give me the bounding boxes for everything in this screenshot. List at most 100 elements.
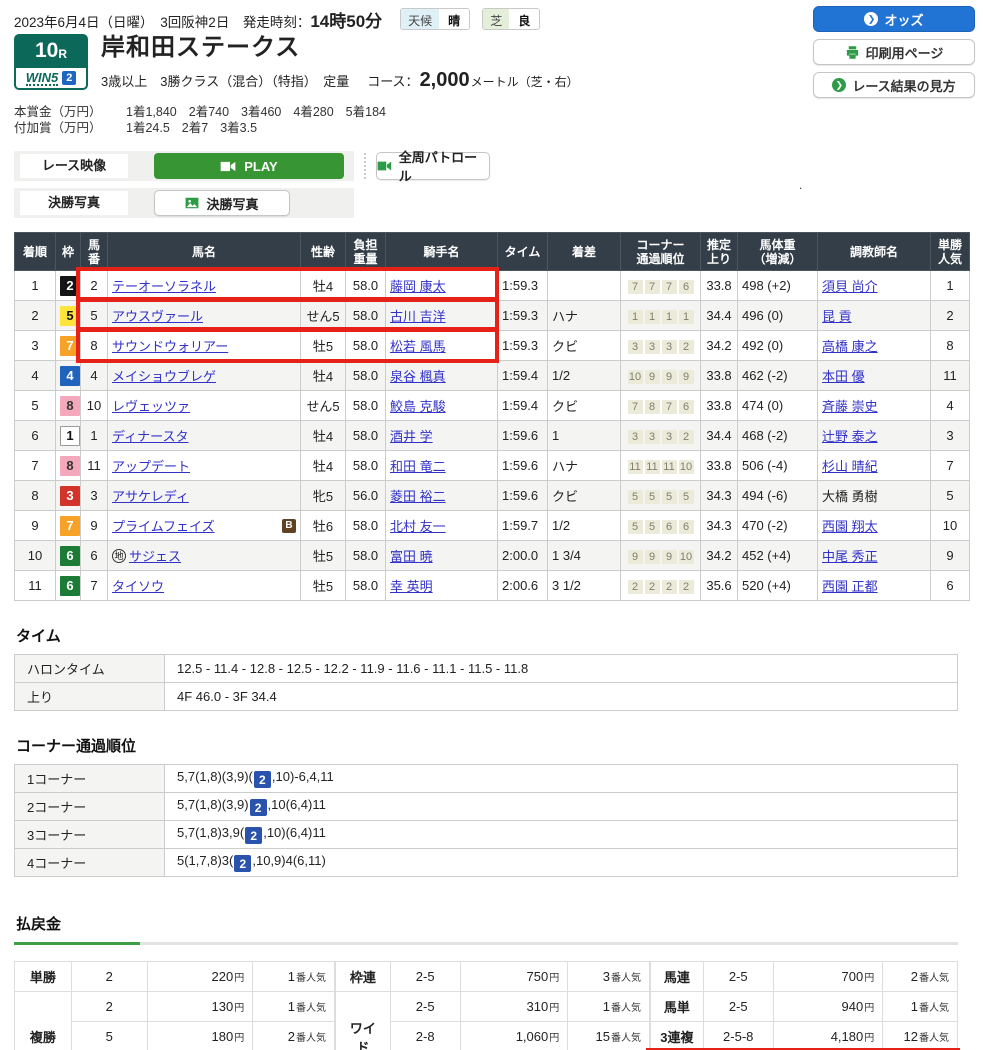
corner-position-chip: 1 <box>662 310 677 324</box>
corner-row: 2コーナー5,7(1,8)(3,9)2,10(6,4)11 <box>15 793 958 821</box>
finish-time: 1:59.3 <box>498 331 548 361</box>
payout-amount-unit: 円 <box>864 973 874 984</box>
corner-position-chip: 11 <box>662 460 677 474</box>
frame-cell: 8 <box>56 451 81 481</box>
corner-position-chip: 3 <box>662 430 677 444</box>
win5-badge: WIN52 <box>14 68 88 90</box>
finish-time: 2:00.0 <box>498 541 548 571</box>
jockey-cell: 松若 風馬 <box>386 331 498 361</box>
print-page-button[interactable]: 印刷用ページ <box>813 39 975 65</box>
trainer-link[interactable]: 杉山 晴紀 <box>822 459 878 474</box>
jockey-link[interactable]: 泉谷 楓真 <box>390 369 446 384</box>
horse-number: 9 <box>81 511 108 541</box>
horse-name-link[interactable]: アサケレディ <box>112 486 189 505</box>
jockey-link[interactable]: 鮫島 克駿 <box>390 399 446 414</box>
payout-amount: 130円 <box>147 992 253 1022</box>
corner-row-value: 5,7(1,8)3,9(2,10)(6,4)11 <box>165 821 958 849</box>
patrol-video-button[interactable]: 全周パトロール <box>376 152 490 180</box>
finish-position: 2 <box>15 301 56 331</box>
trainer-link[interactable]: 昆 貢 <box>822 309 852 324</box>
horse-name-link[interactable]: メイショウブレゲ <box>112 366 216 385</box>
trainer-link[interactable]: 須貝 尚介 <box>822 279 878 294</box>
horse-name-link[interactable]: アウスヴァール <box>112 306 203 325</box>
payout-amount-value: 180 <box>212 1029 234 1044</box>
trainer-link[interactable]: 西園 翔太 <box>822 519 878 534</box>
result-row: 122テーオーソラネル牡458.0藤岡 康太1:59.3777633.8498 … <box>15 271 970 301</box>
jockey-link[interactable]: 北村 友一 <box>390 519 446 534</box>
jockey-link[interactable]: 和田 竜二 <box>390 459 446 474</box>
finish-position: 9 <box>15 511 56 541</box>
time-section-heading: タイム <box>16 625 969 646</box>
main-prize-line: 本賞金（万円）1着1,8402着7403着4604着2805着184 <box>14 104 969 120</box>
corner-positions: 5566 <box>621 511 701 541</box>
sex-age: せん5 <box>301 301 346 331</box>
result-row: 444メイショウブレゲ牡458.0泉谷 楓真1:59.41/21099933.8… <box>15 361 970 391</box>
winner-number-chip: 2 <box>254 771 271 788</box>
margin: クビ <box>548 391 621 421</box>
corner-position-chip: 1 <box>679 310 694 324</box>
payout-table-wrap: 単勝2220円1番人気複勝2130円1番人気5180円2番人気8480円8番人気… <box>14 961 958 1050</box>
race-number: 10R <box>14 34 88 68</box>
trainer-link[interactable]: 中尾 秀正 <box>822 549 878 564</box>
frame-number-badge: 1 <box>60 426 80 446</box>
time-row-value: 4F 46.0 - 3F 34.4 <box>165 683 958 711</box>
horse-name-link[interactable]: サウンドウォリアー <box>112 336 228 355</box>
results-column-header: 馬 番 <box>81 233 108 271</box>
horse-name-cell: アサケレディ <box>108 481 301 511</box>
horse-name-link[interactable]: プライムフェイズ <box>112 516 215 535</box>
sex-age: 牡5 <box>301 541 346 571</box>
corner-position-chip: 11 <box>628 460 643 474</box>
jockey-link[interactable]: 古川 吉洋 <box>390 309 446 324</box>
jockey-link[interactable]: 松若 風馬 <box>390 339 446 354</box>
corner-position-chip: 8 <box>645 400 660 414</box>
horse-weight: 452 (+4) <box>738 541 818 571</box>
win-popularity: 2 <box>931 301 970 331</box>
trainer-link[interactable]: 辻野 泰之 <box>822 429 878 444</box>
corner-row-value: 5,7(1,8)(3,9)(2,10)-6,4,11 <box>165 765 958 793</box>
estimated-rise: 33.8 <box>701 391 738 421</box>
winner-number-chip: 2 <box>245 827 262 844</box>
payout-selection: 2-5 <box>703 962 773 992</box>
jockey-link[interactable]: 富田 暁 <box>390 549 433 564</box>
payout-row: 3連複2-5-84,180円12番人気 <box>650 1022 957 1050</box>
jockey-link[interactable]: 幸 英明 <box>390 579 433 594</box>
horse-name-link[interactable]: サジェス <box>129 546 181 565</box>
trainer-link[interactable]: 本田 優 <box>822 369 865 384</box>
sex-age: 牡5 <box>301 331 346 361</box>
finish-time: 1:59.4 <box>498 391 548 421</box>
trainer-link[interactable]: 西園 正都 <box>822 579 878 594</box>
frame-number-badge: 4 <box>60 366 80 386</box>
payout-amount-unit: 円 <box>549 973 559 984</box>
result-guide-button[interactable]: ❯レース結果の見方 <box>813 72 975 98</box>
payout-selection: 2-5 <box>703 992 773 1022</box>
video-camera-icon <box>220 160 236 173</box>
horse-name-cell: アップデート <box>108 451 301 481</box>
odds-button[interactable]: ❯オッズ <box>813 6 975 32</box>
video-camera-icon <box>377 160 392 172</box>
estimated-rise: 34.3 <box>701 511 738 541</box>
horse-number: 4 <box>81 361 108 391</box>
prize-amount: 740 <box>208 105 229 119</box>
horse-name-link[interactable]: テーオーソラネル <box>112 276 216 295</box>
sex-age: 牡5 <box>301 571 346 601</box>
trainer-link[interactable]: 斉藤 崇史 <box>822 399 878 414</box>
margin: ハナ <box>548 451 621 481</box>
jockey-link[interactable]: 藤岡 康太 <box>390 279 446 294</box>
play-button[interactable]: PLAY <box>154 153 344 179</box>
horse-name-link[interactable]: ディナースタ <box>112 426 188 445</box>
jockey-link[interactable]: 菱田 裕二 <box>390 489 446 504</box>
corner-position-chip: 3 <box>628 340 643 354</box>
result-row: 611ディナースタ牡458.0酒井 学1:59.61333234.4468 (-… <box>15 421 970 451</box>
trainer-link[interactable]: 高橋 康之 <box>822 339 878 354</box>
race-title: 岸和田ステークス <box>101 34 579 62</box>
horse-name-link[interactable]: アップデート <box>112 456 190 475</box>
horse-name-link[interactable]: タイソウ <box>112 576 164 595</box>
finish-photo-button[interactable]: 決勝写真 <box>154 190 290 216</box>
corner-position-chip: 5 <box>679 490 694 504</box>
sex-age: 牝5 <box>301 481 346 511</box>
payout-popularity-unit: 番人気 <box>919 973 949 984</box>
horse-number: 11 <box>81 451 108 481</box>
jockey-link[interactable]: 酒井 学 <box>390 429 433 444</box>
payout-popularity-value: 2 <box>288 1029 295 1044</box>
horse-name-link[interactable]: レヴェッツァ <box>112 396 190 415</box>
